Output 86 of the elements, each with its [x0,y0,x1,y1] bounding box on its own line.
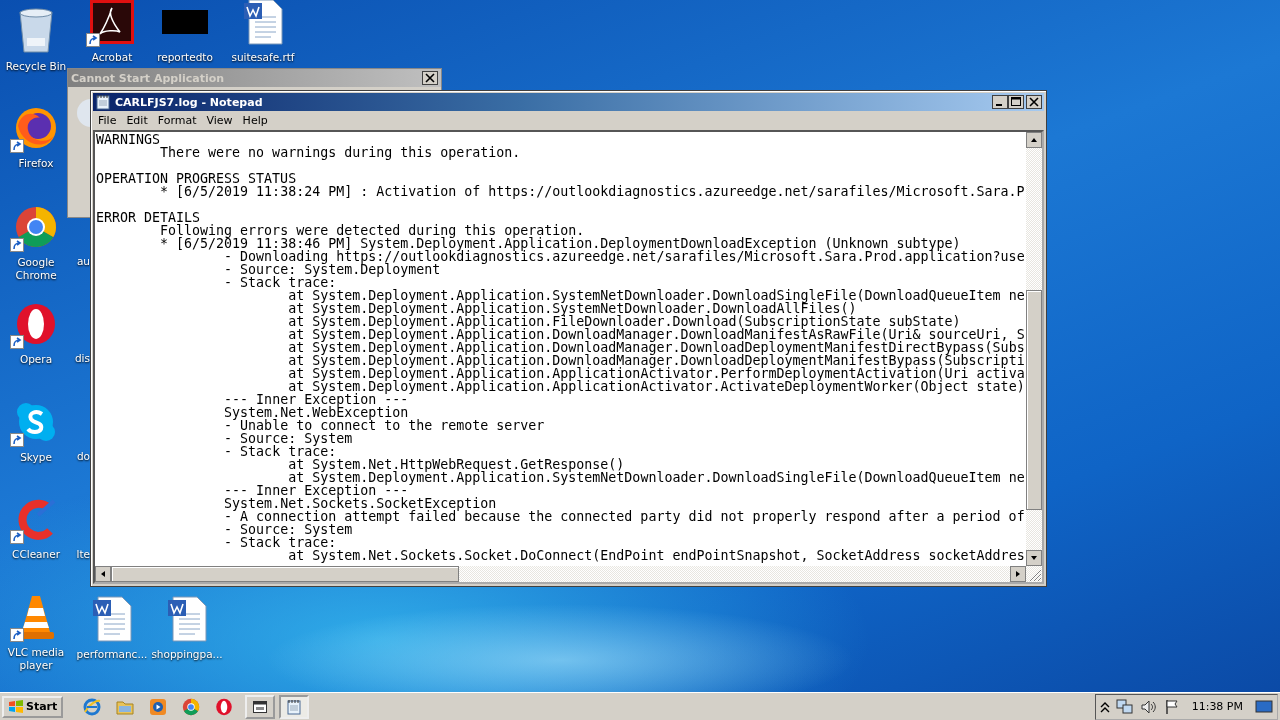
close-button[interactable] [1026,95,1042,109]
menu-item[interactable]: Edit [121,114,153,127]
ring-logo-icon[interactable] [14,205,58,249]
log-line: at System.Deployment.Application.SystemNetDownloader.DownloadSingleFile(DownloadQueueItem ne [287,470,1025,485]
scroll-down-button[interactable] [1026,550,1042,566]
ring-logo-icon[interactable] [182,697,201,716]
window-title: Cannot Start Application [71,71,225,85]
menu-item[interactable]: Help [237,114,273,127]
log-line: - Stack trace: [223,444,337,459]
document-icon[interactable] [92,596,132,642]
speaker-icon[interactable] [1139,698,1158,715]
log-line: System.Net.Sockets.SocketException [223,496,497,511]
scroll-thumb[interactable] [111,566,459,582]
icon-label[interactable]: Skype [0,451,74,464]
window-icon [252,698,269,715]
icon-label[interactable]: dis [74,352,90,364]
icon-label[interactable]: CCleaner [0,548,74,561]
icon-label[interactable]: au [76,255,90,267]
log-line: at System.Deployment.Application.DownloadManager.DownloadDeploymentManifestDirectBypass(Subs [287,340,1025,355]
browser-icon[interactable] [83,697,102,716]
log-line: at System.Deployment.Application.ApplicationActivator.PerformDeploymentActivation(Uri activa [287,366,1025,381]
horizontal-scrollbar[interactable] [95,566,1042,582]
log-line: at System.Deployment.Application.FileDownloader.Download(SubscriptionState subState) [287,314,961,329]
icon-label[interactable]: Recycle Bin [0,60,74,73]
icon-label[interactable]: shoppingpa... [149,648,225,661]
scroll-up-button[interactable] [1026,132,1042,148]
icon-label[interactable]: Opera [0,353,74,366]
log-line: System.Net.WebException [223,405,409,420]
notepad-icon [95,94,111,110]
log-line: - Source: System [223,431,353,446]
scroll-left-button[interactable] [95,566,111,582]
log-line: - Source: System.Deployment [223,262,441,277]
maximize-button[interactable] [1008,95,1024,109]
log-line: - Source: System [223,522,353,537]
log-line: at System.Net.HttpWebRequest.GetResponse() [287,457,625,472]
log-line: Following errors were detected during this operation. [159,223,585,238]
icon-label[interactable]: lte [76,548,90,560]
log-line: WARNINGS [96,132,161,147]
monitor-icon[interactable] [1255,698,1273,715]
log-line: - Downloading https://outlookdiagnostics.azureedge.net/sarafiles/Microsoft.Sara.Prod.application?use [224,249,1025,264]
media-player-icon[interactable] [149,697,168,716]
recycle-bin-icon[interactable] [18,8,54,54]
blob-icon[interactable] [14,400,58,444]
vertical-scrollbar[interactable] [1026,132,1042,566]
log-line: * [6/5/2019 11:38:46 PM] System.Deployment.Application.DeploymentDownloadException (Unknown subtype) [159,236,961,251]
chevron-up-icon[interactable] [1099,700,1110,713]
scroll-right-button[interactable] [1010,566,1026,582]
icon-label[interactable]: performanc... [74,648,150,661]
ring-icon[interactable] [14,302,58,346]
fox-globe-icon[interactable] [14,106,58,150]
log-line: at System.Deployment.Application.ApplicationActivator.ActivateDeploymentWorker(Object state) [287,379,1025,394]
menu-item[interactable]: View [201,114,238,127]
log-line: There were no warnings during this operation. [159,145,521,160]
icon-label[interactable]: do [76,450,90,462]
scroll-thumb[interactable] [1026,290,1042,510]
document-icon[interactable] [243,0,283,45]
acrobat-logo-icon[interactable] [90,0,134,44]
menu-item[interactable]: File [93,114,122,127]
minimize-button[interactable] [992,95,1008,109]
log-line: at System.Net.Sockets.Socket.DoConnect(EndPoint endPointSnapshot, SocketAddress socketAddres [287,548,1025,563]
start-button[interactable]: Start [2,695,64,718]
log-line: at System.Deployment.Application.SystemNetDownloader.DownloadSingleFile(DownloadQueueItem ne [287,288,1025,303]
close-button[interactable] [422,71,438,85]
log-line: ERROR DETAILS [96,210,201,225]
icon-label[interactable]: Acrobat [74,51,150,64]
clock[interactable]: 11:38 PM [1185,700,1249,713]
icon-label[interactable]: suitesafe.rtf [225,51,301,64]
icon-label[interactable]: Google Chrome [0,256,74,282]
globe-icon [77,99,91,127]
notepad-icon [286,698,303,715]
log-line: * [6/5/2019 11:38:24 PM] : Activation of https://outlookdiagnostics.azureedge.net/sarafiles/Microsoft.Sara.P [159,184,1025,199]
log-line: OPERATION PROGRESS STATUS [96,171,297,186]
log-line: at System.Deployment.Application.SystemNetDownloader.DownloadAllFiles() [287,301,857,316]
log-line: at System.Deployment.Application.DownloadManager.DownloadDeploymentManifestBypass(Subscripti [287,353,1025,368]
log-line: at System.Deployment.Application.DownloadManager.DownloadManifestAsRawFile(Uri& sourceUri, S [287,327,1025,342]
document-icon[interactable] [167,596,207,642]
windows-flag-icon [8,699,24,714]
window-title: CARLFJS7.log - Notepad [115,95,264,109]
network-icon[interactable] [1115,698,1134,715]
file-thumbnail-icon[interactable] [162,10,208,34]
flag-icon[interactable] [1163,698,1180,715]
taskbar-button[interactable] [245,694,276,719]
menu-item[interactable]: Format [152,114,202,127]
icon-label[interactable]: reportedto [147,51,223,64]
ring-icon[interactable] [215,697,234,716]
icon-label[interactable]: VLC media player [0,646,74,672]
